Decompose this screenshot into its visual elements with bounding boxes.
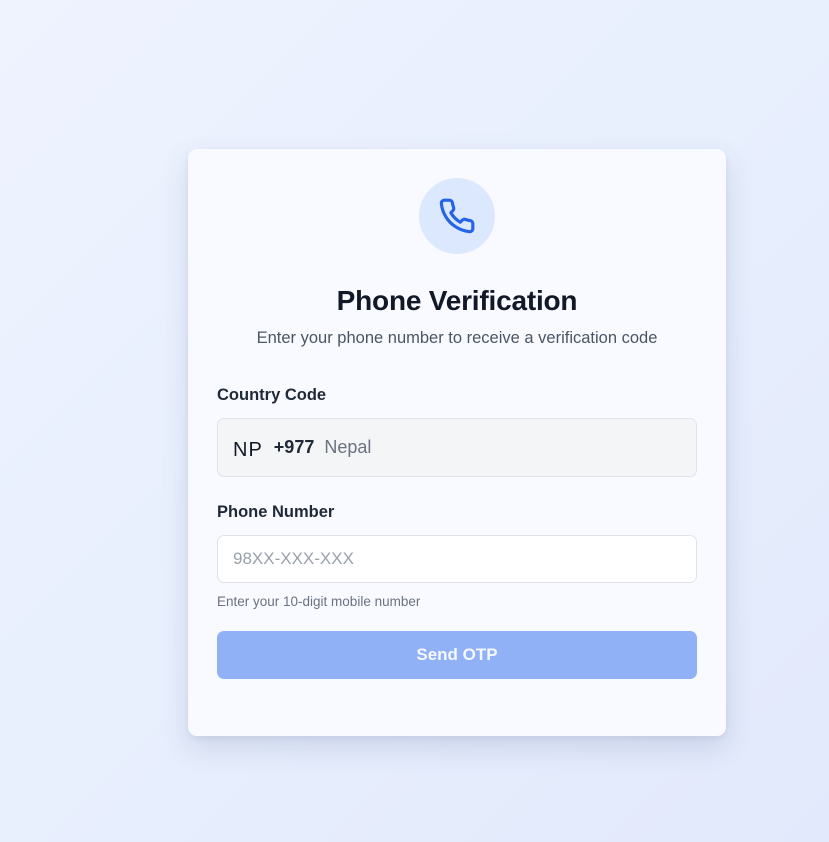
phone-icon-badge	[419, 178, 495, 254]
country-code-select[interactable]: NP +977 Nepal	[217, 418, 697, 477]
dial-code: +977	[273, 437, 315, 457]
country-code-label: Country Code	[217, 386, 327, 404]
country-flag: NP	[233, 439, 263, 461]
verification-card: Phone Verification Enter your phone numb…	[188, 149, 726, 736]
send-otp-button[interactable]: Send OTP	[217, 631, 697, 679]
page-subtitle: Enter your phone number to receive a ver…	[256, 329, 658, 347]
phone-icon	[439, 198, 475, 234]
phone-number-input[interactable]	[217, 535, 697, 583]
phone-number-label: Phone Number	[217, 503, 335, 521]
phone-number-hint: Enter your 10-digit mobile number	[217, 594, 421, 609]
country-name: Nepal	[324, 437, 372, 457]
page-title: Phone Verification	[336, 285, 578, 316]
